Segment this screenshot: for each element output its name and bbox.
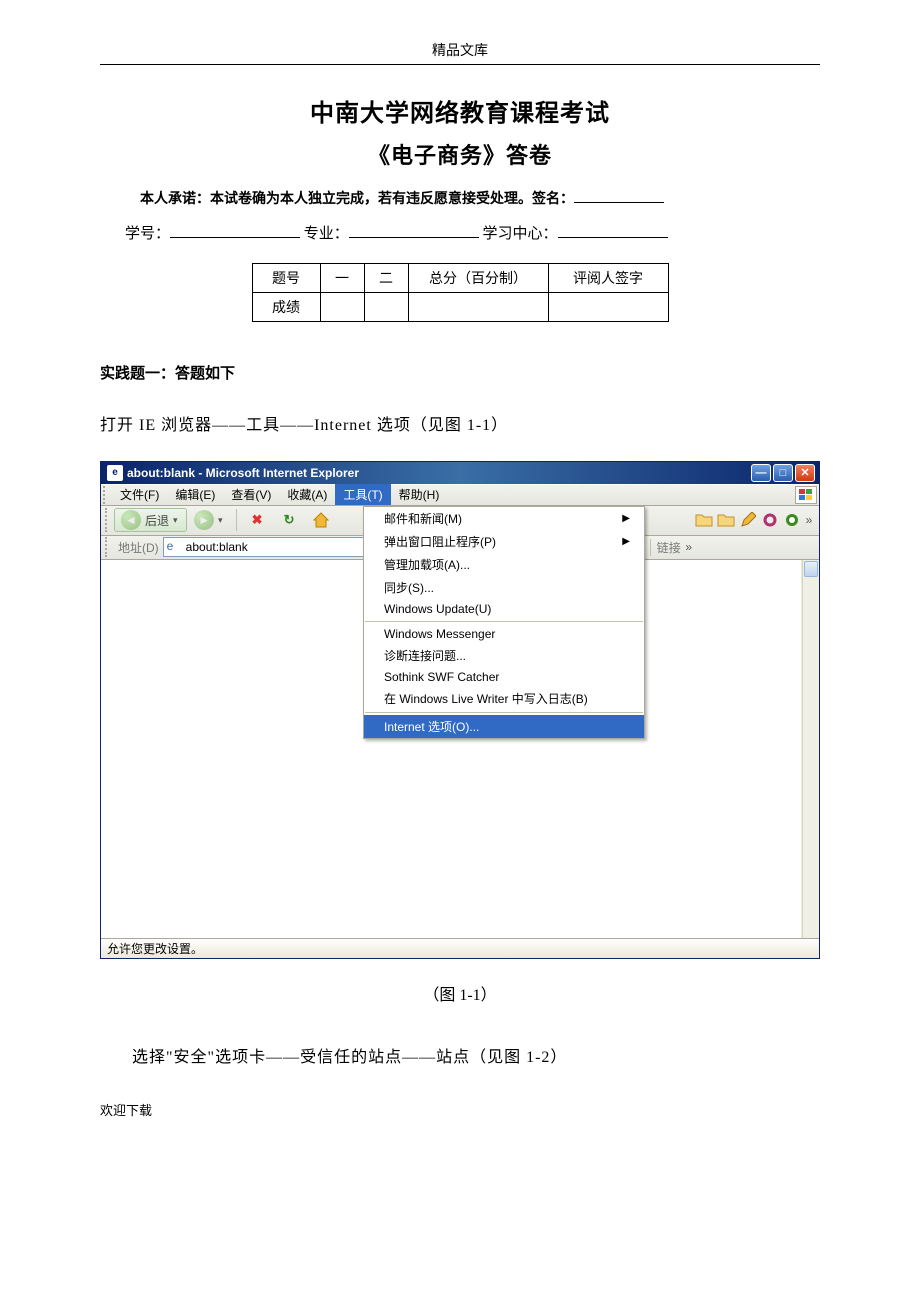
pledge-text: 本人承诺：本试卷确为本人独立完成，若有违反愿意接受处理。签名： <box>140 190 574 206</box>
status-text: 允许您更改设置。 <box>107 940 203 957</box>
menu-mail-news[interactable]: 邮件和新闻(M)▶ <box>364 507 644 530</box>
separator <box>236 509 237 531</box>
menu-separator <box>365 621 643 622</box>
toolbar-chevron-icon[interactable]: » <box>683 540 695 554</box>
page-icon: e <box>167 539 183 555</box>
links-label[interactable]: 链接 <box>650 539 683 556</box>
cell-blank <box>408 293 548 322</box>
tools-dropdown: 邮件和新闻(M)▶ 弹出窗口阻止程序(P)▶ 管理加载项(A)... 同步(S)… <box>363 506 645 739</box>
menu-sync[interactable]: 同步(S)... <box>364 576 644 599</box>
dropdown-arrow-icon: ▾ <box>218 515 225 526</box>
label-student-id: 学号： <box>125 226 170 242</box>
grip-icon[interactable] <box>103 486 108 504</box>
window-title: about:blank - Microsoft Internet Explore… <box>127 466 359 480</box>
minimize-button[interactable]: — <box>751 464 771 482</box>
titlebar[interactable]: e about:blank - Microsoft Internet Explo… <box>101 462 819 484</box>
step-2-text: 选择"安全"选项卡——受信任的站点——站点（见图 1-2） <box>100 1045 820 1071</box>
refresh-button[interactable]: ↻ <box>273 508 305 532</box>
menu-separator <box>365 712 643 713</box>
th-num: 题号 <box>252 264 320 293</box>
pledge-line: 本人承诺：本试卷确为本人独立完成，若有违反愿意接受处理。签名： <box>140 188 820 208</box>
cell-blank <box>548 293 668 322</box>
menu-windows-update[interactable]: Windows Update(U) <box>364 599 644 619</box>
th-sign: 评阅人签字 <box>548 264 668 293</box>
status-bar: 允许您更改设置。 <box>101 938 819 958</box>
stop-icon: ✖ <box>248 511 266 529</box>
student-info-line: 学号： 专业： 学习中心： <box>110 222 820 243</box>
label-major: 专业： <box>304 226 349 242</box>
back-arrow-icon: ◄ <box>121 510 141 530</box>
th-2: 二 <box>364 264 408 293</box>
back-label: 后退 <box>145 512 169 529</box>
menu-file[interactable]: 文件(F) <box>112 484 167 505</box>
menu-view[interactable]: 查看(V) <box>223 484 279 505</box>
doc-header: 精品文库 <box>100 40 820 65</box>
footer: 欢迎下载 <box>100 1100 820 1119</box>
title-main: 中南大学网络教育课程考试 <box>100 93 820 128</box>
windows-flag-icon <box>795 486 817 504</box>
submenu-arrow-icon: ▶ <box>622 536 630 547</box>
menubar: 文件(F) 编辑(E) 查看(V) 收藏(A) 工具(T) 帮助(H) 邮件和新… <box>101 484 819 506</box>
refresh-icon: ↻ <box>280 511 298 529</box>
menu-sothink[interactable]: Sothink SWF Catcher <box>364 667 644 687</box>
pencil-icon[interactable] <box>737 511 759 529</box>
folder-icon[interactable] <box>715 511 737 529</box>
menu-manage-addons[interactable]: 管理加载项(A)... <box>364 553 644 576</box>
menu-help[interactable]: 帮助(H) <box>391 484 448 505</box>
label-center: 学习中心： <box>483 226 558 242</box>
score-table: 题号 一 二 总分（百分制） 评阅人签字 成绩 <box>252 263 669 322</box>
menu-messenger[interactable]: Windows Messenger <box>364 624 644 644</box>
home-icon <box>312 511 330 529</box>
menu-edit[interactable]: 编辑(E) <box>167 484 223 505</box>
cell-blank <box>320 293 364 322</box>
title-sub: 《电子商务》答卷 <box>100 138 820 170</box>
menu-diagnose[interactable]: 诊断连接问题... <box>364 644 644 667</box>
menu-favorites[interactable]: 收藏(A) <box>279 484 335 505</box>
help-icon[interactable] <box>781 511 803 529</box>
th-1: 一 <box>320 264 364 293</box>
ie-logo-icon: e <box>107 465 123 481</box>
scroll-thumb[interactable] <box>804 561 818 577</box>
figure-caption-1: （图 1-1） <box>100 981 820 1005</box>
forward-arrow-icon: ► <box>194 510 214 530</box>
row-score-label: 成绩 <box>252 293 320 322</box>
submenu-arrow-icon: ▶ <box>622 513 630 524</box>
ie-window: e about:blank - Microsoft Internet Explo… <box>100 461 820 959</box>
menu-live-writer[interactable]: 在 Windows Live Writer 中写入日志(B) <box>364 687 644 710</box>
forward-button[interactable]: ► ▾ <box>187 508 232 532</box>
step-1-text: 打开 IE 浏览器——工具——Internet 选项（见图 1-1） <box>100 413 820 439</box>
home-button[interactable] <box>305 508 337 532</box>
menu-tools[interactable]: 工具(T) <box>335 484 390 505</box>
maximize-button[interactable]: □ <box>773 464 793 482</box>
dropdown-arrow-icon: ▾ <box>173 515 180 526</box>
menu-internet-options[interactable]: Internet 选项(O)... <box>364 715 644 738</box>
cell-blank <box>364 293 408 322</box>
back-button[interactable]: ◄ 后退 ▾ <box>114 508 187 532</box>
th-total: 总分（百分制） <box>408 264 548 293</box>
grip-icon[interactable] <box>105 537 110 557</box>
vertical-scrollbar[interactable] <box>802 560 819 938</box>
menu-popup-blocker[interactable]: 弹出窗口阻止程序(P)▶ <box>364 530 644 553</box>
gear-icon[interactable] <box>759 511 781 529</box>
toolbar-chevron-icon[interactable]: » <box>803 513 815 527</box>
section-heading-1: 实践题一：答题如下 <box>100 362 820 383</box>
address-label: 地址(D) <box>114 539 163 556</box>
folder-icon[interactable] <box>693 511 715 529</box>
close-button[interactable]: ✕ <box>795 464 815 482</box>
grip-icon[interactable] <box>105 508 110 532</box>
stop-button[interactable]: ✖ <box>241 508 273 532</box>
